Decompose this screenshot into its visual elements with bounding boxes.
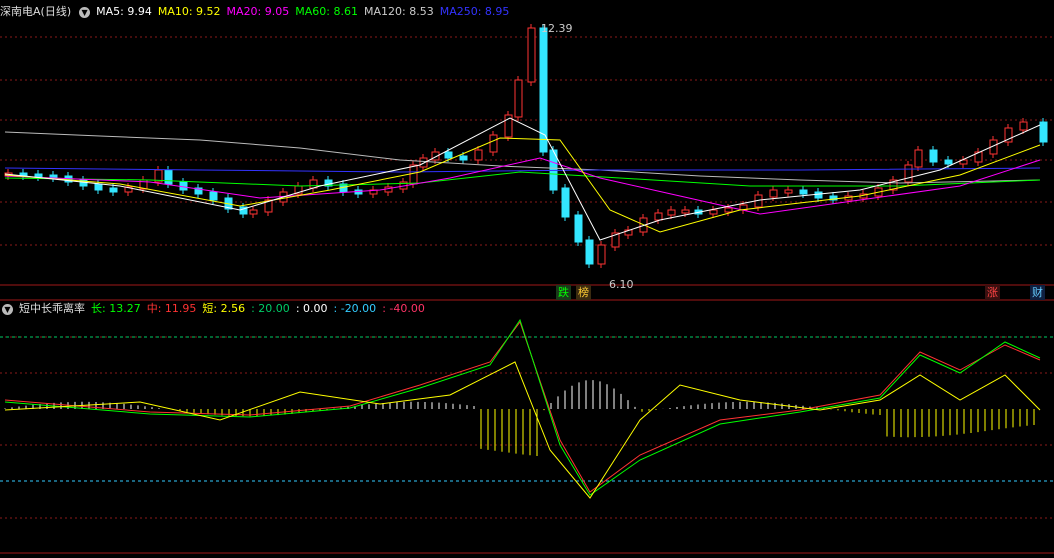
candle-body bbox=[514, 79, 523, 118]
candle-body bbox=[904, 164, 913, 183]
event-tag-fall[interactable]: 跌 bbox=[556, 285, 571, 300]
indicator-legend-item-2: 短: 2.56 bbox=[202, 302, 246, 315]
candle-body bbox=[164, 169, 173, 185]
ma-legend-item-4: MA120: 8.53 bbox=[363, 5, 434, 18]
candle-body bbox=[34, 173, 43, 178]
candle-body bbox=[667, 209, 676, 216]
ma-legend-item-0: MA5: 9.94 bbox=[96, 5, 152, 18]
candle-body bbox=[929, 149, 938, 163]
ma-legend-item-2: MA20: 9.05 bbox=[226, 5, 290, 18]
low-price-label: 6.10 bbox=[609, 278, 634, 291]
candle-body bbox=[409, 164, 418, 185]
candle-body bbox=[109, 187, 118, 193]
candle-body bbox=[597, 244, 606, 265]
candle-body bbox=[561, 187, 570, 218]
chevron-down-icon[interactable]: ▼ bbox=[79, 6, 91, 18]
ma-legend-item-1: MA10: 9.52 bbox=[157, 5, 221, 18]
indicator-header: ▼ 短中长乖离率 长: 13.27 中: 11.95 短: 2.56 : 20.00 : 0… bbox=[0, 300, 437, 318]
candle-body bbox=[799, 189, 808, 195]
candle-body bbox=[474, 149, 483, 161]
candle-body bbox=[944, 159, 953, 165]
stock-title[interactable]: 深南电A(日线) bbox=[0, 5, 71, 18]
candle-body bbox=[94, 183, 103, 191]
candle-body bbox=[1019, 121, 1028, 131]
indicator-legend-item-0: 长: 13.27 bbox=[91, 302, 141, 315]
indicator-legend-item-1: 中: 11.95 bbox=[146, 302, 197, 315]
candle-body bbox=[724, 207, 733, 213]
indicator-legend-item-6: : -40.00 bbox=[382, 302, 425, 315]
long-bias-line bbox=[4, 318, 1041, 496]
candle-body bbox=[419, 157, 428, 168]
ma10-line bbox=[4, 137, 1041, 233]
candle-body bbox=[654, 212, 663, 221]
indicator-legend: 长: 13.27 中: 11.95 短: 2.56 : 20.00 : 0.00 : -2… bbox=[91, 302, 431, 315]
candle-body bbox=[444, 151, 453, 159]
candle-body bbox=[489, 134, 498, 153]
indicator-title[interactable]: 短中长乖离率 bbox=[19, 302, 85, 315]
ma-legend: MA5: 9.94 MA10: 9.52 MA20: 9.05 MA60: 8.61 M… bbox=[96, 5, 515, 18]
candle-body bbox=[527, 27, 536, 83]
price-chart-header: 深南电A(日线) ▼ MA5: 9.94 MA10: 9.52 MA20: 9.05 MA… bbox=[0, 3, 521, 21]
candle-body bbox=[459, 155, 468, 161]
candle-body bbox=[249, 209, 258, 215]
candle-body bbox=[585, 239, 594, 265]
chevron-down-icon[interactable]: ▼ bbox=[2, 303, 13, 315]
stock-chart-window: 深南电A(日线) ▼ MA5: 9.94 MA10: 9.52 MA20: 9.05 MA… bbox=[0, 0, 1054, 558]
candle-body bbox=[209, 191, 218, 201]
candle-body bbox=[179, 181, 188, 191]
candle-body bbox=[574, 214, 583, 243]
event-tag-rise[interactable]: 涨 bbox=[985, 285, 1000, 300]
chart-canvas[interactable] bbox=[0, 0, 1054, 558]
indicator-legend-item-3: : 20.00 bbox=[251, 302, 290, 315]
high-price-label: 12.39 bbox=[541, 22, 573, 35]
indicator-legend-item-4: : 0.00 bbox=[295, 302, 328, 315]
candle-body bbox=[769, 189, 778, 198]
ma-legend-item-5: MA250: 8.95 bbox=[439, 5, 510, 18]
candle-body bbox=[784, 189, 793, 194]
candle-body bbox=[914, 149, 923, 168]
candle-body bbox=[1039, 121, 1048, 143]
indicator-legend-item-5: : -20.00 bbox=[333, 302, 377, 315]
candle-body bbox=[709, 209, 718, 215]
ma-legend-item-3: MA60: 8.61 bbox=[295, 5, 358, 18]
candle-body bbox=[681, 209, 690, 214]
candle-body bbox=[814, 191, 823, 199]
event-tag-list[interactable]: 榜 bbox=[576, 285, 591, 300]
event-tag-finance[interactable]: 财 bbox=[1030, 285, 1045, 300]
